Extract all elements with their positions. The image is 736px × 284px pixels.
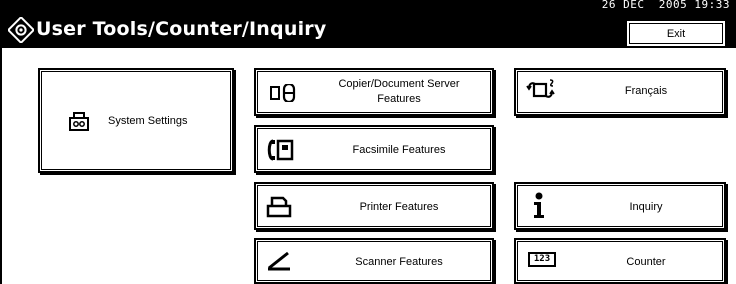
copier-label-line1: Copier/Document Server [338, 78, 460, 90]
status-bar: 26 DEC 2005 19:33 [0, 0, 736, 10]
information-icon [530, 192, 548, 220]
scanner-icon [266, 250, 292, 272]
exit-button[interactable]: Exit [626, 20, 726, 47]
printer-features-button[interactable]: Printer Features [254, 182, 494, 230]
inquiry-label: Inquiry [629, 201, 663, 213]
printer-label: Printer Features [359, 201, 439, 213]
left-divider [0, 48, 2, 284]
inquiry-button[interactable]: Inquiry [514, 182, 726, 230]
facsimile-features-button[interactable]: Facsimile Features [254, 125, 494, 173]
page-title: User Tools/Counter/Inquiry [36, 18, 327, 40]
facsimile-label: Facsimile Features [352, 144, 446, 156]
counter-123-icon: 123 [528, 252, 556, 267]
system-settings-icon [68, 110, 90, 132]
copier-label-line2: Features [377, 93, 421, 105]
user-tools-icon [8, 17, 34, 43]
scanner-label: Scanner Features [355, 256, 443, 268]
language-switch-icon [526, 78, 556, 102]
scanner-features-button[interactable]: Scanner Features [254, 238, 494, 284]
copier-document-server-button[interactable]: Copier/Document Server Features [254, 68, 494, 116]
counter-button[interactable]: 123 Counter [514, 238, 726, 284]
system-settings-label: System Settings [108, 115, 188, 127]
copier-document-server-icon [268, 84, 298, 102]
language-label: Français [624, 85, 668, 97]
language-francais-button[interactable]: Français [514, 68, 726, 116]
facsimile-icon [266, 139, 294, 161]
system-settings-button[interactable]: System Settings [38, 68, 234, 173]
printer-icon [266, 196, 292, 218]
counter-label: Counter [626, 256, 666, 268]
